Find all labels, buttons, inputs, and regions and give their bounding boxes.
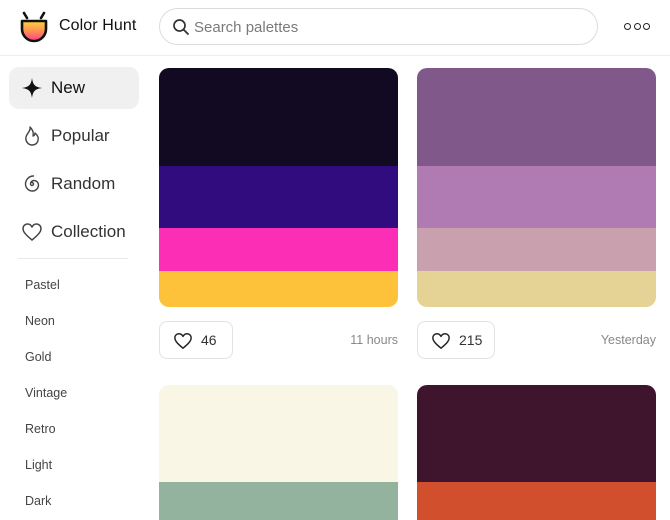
nav-item-new[interactable]: New — [9, 67, 139, 109]
palette-swatches[interactable] — [159, 385, 398, 520]
color-swatch[interactable] — [159, 228, 398, 271]
heart-icon — [22, 223, 42, 241]
nav-item-label: Collection — [51, 222, 126, 241]
tag-vintage[interactable]: Vintage — [25, 386, 67, 400]
color-swatch[interactable] — [417, 271, 656, 307]
color-swatch[interactable] — [417, 482, 656, 520]
heart-icon — [432, 332, 450, 349]
nav-item-label: Random — [51, 174, 116, 193]
like-button[interactable]: 46 — [159, 321, 233, 359]
sparkle-icon — [22, 78, 42, 98]
like-button[interactable]: 215 — [417, 321, 495, 359]
nav-item-random[interactable]: Random — [9, 163, 139, 205]
palette-swatches[interactable] — [159, 68, 398, 307]
tag-neon[interactable]: Neon — [25, 314, 55, 328]
palette-card: 46 11 hours — [159, 68, 398, 359]
nav-item-label: Popular — [51, 126, 110, 145]
search-box[interactable] — [159, 8, 598, 45]
color-swatch[interactable] — [159, 68, 398, 166]
flame-icon — [25, 126, 39, 146]
brand-name[interactable]: Color Hunt — [59, 17, 136, 35]
palette-timestamp: 11 hours — [350, 333, 398, 347]
palette-card — [159, 385, 398, 520]
sidebar: New Popular Random Collection Pastel Neo… — [0, 56, 150, 520]
color-swatch[interactable] — [159, 271, 398, 307]
top-bar: Color Hunt — [0, 0, 670, 56]
tag-gold[interactable]: Gold — [25, 350, 51, 364]
color-swatch[interactable] — [159, 385, 398, 482]
heart-icon — [174, 332, 192, 349]
palette-timestamp: Yesterday — [600, 333, 656, 347]
palette-swatches[interactable] — [417, 385, 656, 520]
search-input[interactable] — [194, 15, 584, 39]
palette-card — [417, 385, 656, 520]
palette-card: 215 Yesterday — [417, 68, 656, 359]
color-swatch[interactable] — [417, 228, 656, 271]
color-swatch[interactable] — [417, 68, 656, 166]
search-icon — [173, 19, 189, 35]
tag-pastel[interactable]: Pastel — [25, 278, 60, 292]
color-hunt-logo-icon[interactable] — [16, 7, 52, 43]
color-swatch[interactable] — [159, 482, 398, 520]
nav-item-label: New — [51, 78, 86, 97]
nav-item-popular[interactable]: Popular — [9, 115, 139, 157]
color-swatch[interactable] — [417, 166, 656, 228]
tag-retro[interactable]: Retro — [25, 422, 56, 436]
tag-dark[interactable]: Dark — [25, 494, 51, 508]
like-count: 46 — [201, 332, 217, 348]
tag-light[interactable]: Light — [25, 458, 52, 472]
sidebar-divider — [18, 258, 128, 259]
color-swatch[interactable] — [159, 166, 398, 228]
spiral-icon — [24, 175, 40, 192]
color-swatch[interactable] — [417, 385, 656, 482]
palette-swatches[interactable] — [417, 68, 656, 307]
like-count: 215 — [459, 332, 483, 348]
nav-item-collection[interactable]: Collection — [9, 211, 139, 253]
more-options-icon[interactable] — [624, 16, 650, 36]
